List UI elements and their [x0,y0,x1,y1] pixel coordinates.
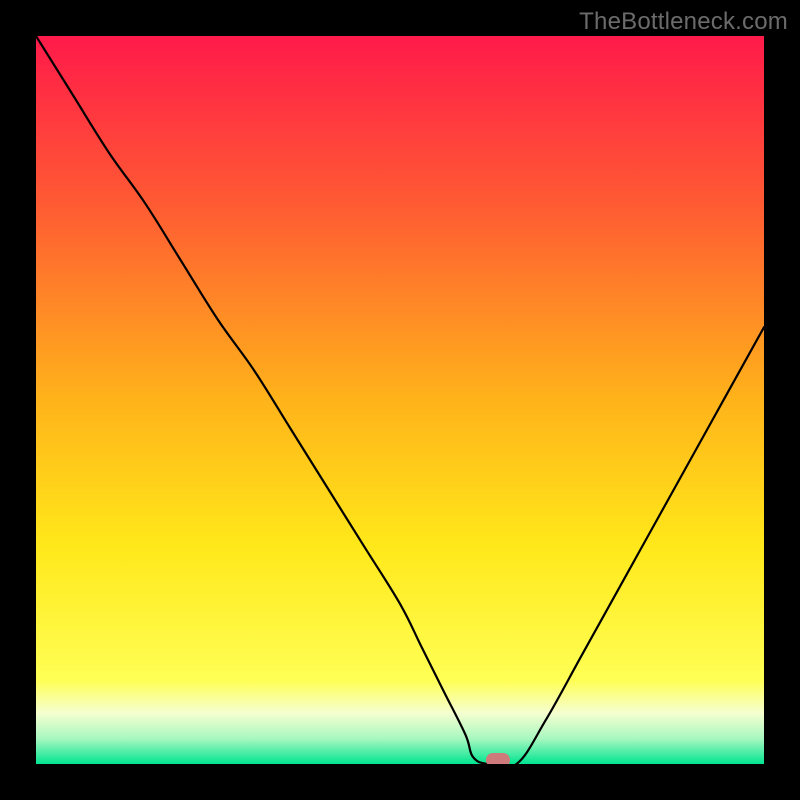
chart-svg [36,36,764,764]
optimal-marker [486,753,510,764]
watermark-text: TheBottleneck.com [579,8,788,36]
gradient-background [36,36,764,764]
chart-frame: TheBottleneck.com [0,0,800,800]
plot-area [36,36,764,764]
